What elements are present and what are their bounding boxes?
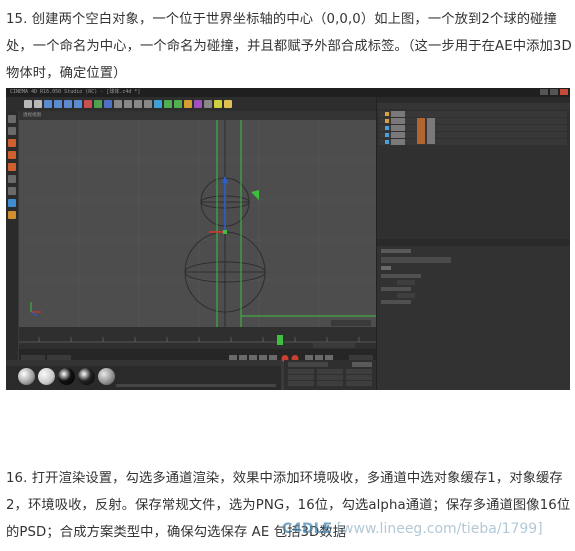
viewport-header: 透视视图: [19, 111, 376, 120]
polygons-mode-icon[interactable]: [8, 163, 16, 171]
viewport-label: 透视视图: [23, 113, 41, 118]
camera-icon[interactable]: [214, 100, 222, 108]
render-settings-icon[interactable]: [144, 100, 152, 108]
timeline[interactable]: [19, 327, 376, 349]
size-x-field[interactable]: [317, 369, 343, 374]
viewport-grid: [19, 120, 376, 327]
playhead[interactable]: [277, 335, 283, 345]
coord-y-field[interactable]: [288, 375, 314, 380]
size-y-field[interactable]: [317, 375, 343, 380]
redo-icon[interactable]: [34, 100, 42, 108]
light-icon[interactable]: [224, 100, 232, 108]
axis-mode-icon[interactable]: [8, 175, 16, 183]
size-z-field[interactable]: [317, 381, 343, 386]
render-view-icon[interactable]: [124, 100, 132, 108]
material-ball-white[interactable]: [18, 368, 35, 385]
rot-h-field[interactable]: [346, 369, 372, 374]
coord-x-field[interactable]: [288, 369, 314, 374]
material-ball-light[interactable]: [38, 368, 55, 385]
snap-icon[interactable]: [8, 187, 16, 195]
scene-icon[interactable]: [204, 100, 212, 108]
points-mode-icon[interactable]: [8, 139, 16, 147]
rotate-icon[interactable]: [74, 100, 82, 108]
timeline-ruler: [19, 335, 376, 348]
attribute-field[interactable]: [397, 280, 415, 285]
status-bar: [116, 384, 276, 387]
deformer-icon[interactable]: [194, 100, 202, 108]
window-title: CINEMA 4D R16.050 Studio (RC) - [球体.c4d …: [10, 89, 141, 95]
world-axis-indicator: [30, 302, 41, 317]
undo-icon[interactable]: [24, 100, 32, 108]
coord-system-icon[interactable]: [114, 100, 122, 108]
material-menubar: [6, 360, 281, 366]
object-row[interactable]: [379, 111, 567, 117]
scale-icon[interactable]: [64, 100, 72, 108]
nurbs-icon[interactable]: [174, 100, 182, 108]
select-icon[interactable]: [44, 100, 52, 108]
material-ball-grey[interactable]: [98, 368, 115, 385]
frame-readout: [313, 343, 355, 348]
attribute-manager-tabs: [377, 239, 570, 246]
window-titlebar: CINEMA 4D R16.050 Studio (RC) - [球体.c4d …: [6, 88, 570, 97]
playback-controls: [19, 349, 376, 362]
object-row[interactable]: [379, 118, 567, 124]
close-icon[interactable]: [560, 89, 568, 95]
apply-button[interactable]: [352, 362, 372, 367]
step-15-text: 15. 创建两个空白对象，一个位于世界坐标轴的中心（0,0,0）如上图，一个放到…: [6, 12, 572, 81]
material-manager: [6, 360, 281, 390]
move-icon[interactable]: [54, 100, 62, 108]
cube-icon[interactable]: [154, 100, 162, 108]
array-icon[interactable]: [184, 100, 192, 108]
null-object-handle[interactable]: [223, 230, 227, 234]
rot-p-field[interactable]: [346, 375, 372, 380]
window-controls: [540, 89, 568, 95]
attribute-tab-bar[interactable]: [381, 257, 451, 263]
texture-mode-icon[interactable]: [8, 127, 16, 135]
workplane-icon[interactable]: [8, 199, 16, 207]
perspective-viewport[interactable]: [19, 120, 376, 327]
object-manager: [376, 97, 570, 239]
z-axis-icon[interactable]: [104, 100, 112, 108]
coordinates-manager: [284, 360, 376, 390]
object-row[interactable]: [379, 132, 567, 138]
minimize-icon[interactable]: [540, 89, 548, 95]
material-ball-black-2[interactable]: [78, 368, 95, 385]
watermark: C4DLE [www.lineeg.com/tieba/1799]: [282, 521, 543, 537]
grid-spacing-readout: [331, 320, 371, 326]
object-row[interactable]: [379, 139, 567, 145]
spline-icon[interactable]: [164, 100, 172, 108]
lock-icon[interactable]: [8, 211, 16, 219]
viewport-canvas: [19, 120, 376, 327]
model-mode-icon[interactable]: [8, 115, 16, 123]
object-row[interactable]: [379, 125, 567, 131]
y-axis-icon[interactable]: [94, 100, 102, 108]
camera-gizmo: [251, 190, 259, 200]
edges-mode-icon[interactable]: [8, 151, 16, 159]
watermark-url: [www.lineeg.com/tieba/1799]: [336, 521, 543, 537]
material-tag-column: [427, 118, 435, 144]
material-ball-black[interactable]: [58, 368, 75, 385]
object-y-arrow[interactable]: [222, 176, 228, 183]
tag-column: [417, 118, 425, 144]
x-axis-icon[interactable]: [84, 100, 92, 108]
object-manager-menu: [377, 103, 570, 109]
rot-b-field[interactable]: [346, 381, 372, 386]
coord-z-field[interactable]: [288, 381, 314, 386]
attribute-field[interactable]: [397, 293, 415, 298]
maximize-icon[interactable]: [550, 89, 558, 95]
mode-sidebar: [6, 111, 18, 390]
render-picture-icon[interactable]: [134, 100, 142, 108]
watermark-logo: C4DLE: [282, 521, 333, 537]
cinema4d-screenshot: CINEMA 4D R16.050 Studio (RC) - [球体.c4d …: [6, 88, 570, 390]
attribute-manager: [376, 239, 570, 390]
attribute-title: [381, 249, 411, 253]
